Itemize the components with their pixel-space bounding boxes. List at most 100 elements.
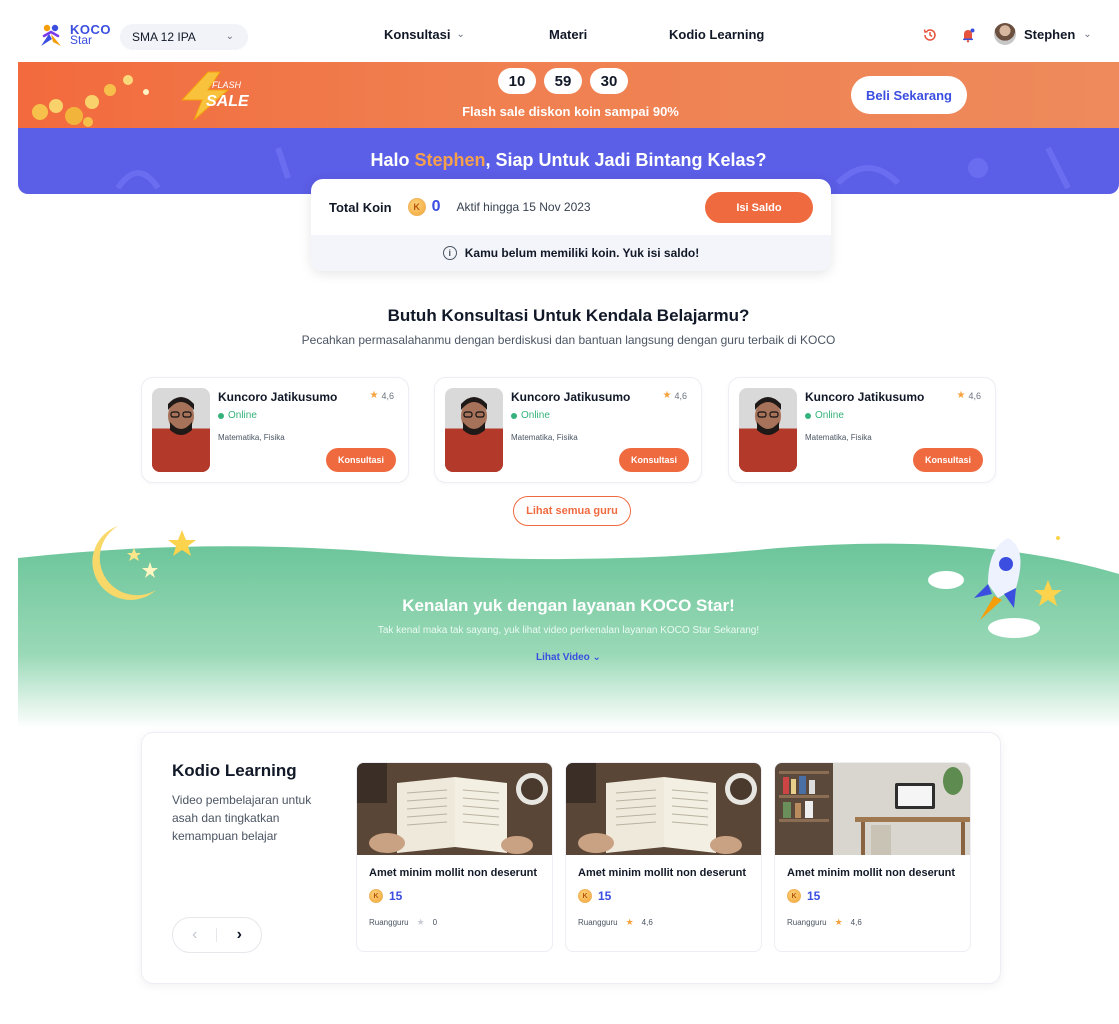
coin-icon: K bbox=[407, 198, 426, 216]
coin-icon: K bbox=[369, 889, 383, 903]
watch-video-label: Lihat Video bbox=[536, 652, 590, 663]
chevron-down-icon: ⌄ bbox=[1083, 28, 1092, 40]
video-thumbnail bbox=[566, 763, 761, 855]
koco-logo-icon bbox=[41, 24, 61, 46]
chevron-down-icon: ⌄ bbox=[456, 29, 465, 40]
video-rating: 4,6 bbox=[850, 918, 862, 927]
star-icon: ★ bbox=[834, 917, 843, 927]
coin-balance-card: Total Koin K 0 Aktif hingga 15 Nov 2023 … bbox=[311, 179, 831, 271]
online-dot-icon bbox=[218, 412, 224, 419]
video-card[interactable]: Amet minim mollit non deserunt K 15 Ruang… bbox=[356, 762, 553, 952]
teacher-rating: ★ 4,6 bbox=[957, 390, 981, 401]
top-up-button[interactable]: Isi Saldo bbox=[705, 192, 813, 223]
teacher-rating-value: 4,6 bbox=[674, 390, 687, 401]
chevron-down-icon: ⌄ bbox=[592, 652, 601, 663]
user-name: Stephen bbox=[1024, 26, 1076, 42]
video-provider: Ruangguru bbox=[578, 918, 618, 927]
teacher-name: Kuncoro Jatikusumo bbox=[218, 390, 338, 404]
teacher-rating: ★ 4,6 bbox=[370, 390, 394, 401]
greeting-prefix: Halo bbox=[370, 150, 415, 170]
kodio-description: Video pembelajaran untuk asah dan tingka… bbox=[172, 793, 312, 843]
koco-star-logo[interactable]: KOCO Star bbox=[38, 22, 111, 48]
teacher-rating-value: 4,6 bbox=[968, 390, 981, 401]
video-rating: 0 bbox=[432, 918, 438, 927]
online-dot-icon bbox=[805, 412, 811, 419]
consult-section-subtitle: Pecahkan permasalahanmu dengan berdiskus… bbox=[301, 333, 836, 347]
nav-menu-konsultasi-label: Konsultasi bbox=[384, 27, 451, 42]
star-icon: ★ bbox=[625, 917, 634, 927]
coin-notice: i Kamu belum memiliki koin. Yuk isi sald… bbox=[311, 235, 831, 271]
consult-button[interactable]: Konsultasi bbox=[326, 448, 396, 472]
consult-section-title: Butuh Konsultasi Untuk Kendala Belajarmu… bbox=[387, 306, 750, 325]
consult-button[interactable]: Konsultasi bbox=[619, 448, 689, 472]
teacher-name: Kuncoro Jatikusumo bbox=[511, 390, 631, 404]
history-icon[interactable] bbox=[921, 26, 939, 44]
intro-title: Kenalan yuk dengan layanan KOCO Star! bbox=[402, 596, 735, 615]
teacher-card[interactable]: Kuncoro Jatikusumo ★ 4,6 Online Matematik… bbox=[434, 377, 702, 483]
watch-video-link[interactable]: Lihat Video ⌄ bbox=[18, 652, 1119, 663]
page: KOCO Star SMA 12 IPA ⌄ Konsultasi ⌄ Mate… bbox=[18, 8, 1119, 1024]
logo-line-2: Star bbox=[70, 33, 93, 47]
video-meta: Ruangguru ★ 0 bbox=[369, 917, 437, 928]
nav-menu-kodio-learning[interactable]: Kodio Learning bbox=[669, 27, 764, 42]
moon-stars-icon bbox=[92, 526, 196, 600]
star-icon: ★ bbox=[369, 390, 379, 401]
video-card[interactable]: Amet minim mollit non deserunt K 15 Ruang… bbox=[565, 762, 762, 952]
grade-selected-value: SMA 12 IPA bbox=[132, 30, 196, 44]
video-meta: Ruangguru ★ 4,6 bbox=[787, 917, 862, 928]
star-icon: ★ bbox=[416, 917, 425, 927]
buy-now-button[interactable]: Beli Sekarang bbox=[851, 76, 967, 114]
teacher-subjects: Matematika, Fisika bbox=[218, 433, 285, 442]
kodio-title: Kodio Learning bbox=[172, 761, 297, 780]
video-price-value: 15 bbox=[598, 889, 612, 903]
teacher-status: Online bbox=[805, 410, 844, 421]
grade-selector[interactable]: SMA 12 IPA ⌄ bbox=[120, 24, 248, 50]
coin-icon: K bbox=[578, 889, 592, 903]
video-rating: 4,6 bbox=[641, 918, 653, 927]
greeting-user-name: Stephen bbox=[414, 150, 486, 170]
nav-menu-materi-label: Materi bbox=[549, 27, 588, 42]
top-navbar: KOCO Star SMA 12 IPA ⌄ Konsultasi ⌄ Mate… bbox=[18, 8, 1119, 62]
kodio-learning-section: Kodio Learning Video pembelajaran untuk … bbox=[141, 732, 1001, 984]
video-provider: Ruangguru bbox=[787, 918, 827, 927]
online-dot-icon bbox=[511, 412, 517, 419]
star-icon: ★ bbox=[662, 390, 672, 401]
nav-menu-materi[interactable]: Materi bbox=[549, 27, 587, 42]
teacher-status: Online bbox=[218, 410, 257, 421]
see-all-teachers-button[interactable]: Lihat semua guru bbox=[513, 496, 631, 526]
video-provider: Ruangguru bbox=[369, 918, 409, 927]
teacher-name: Kuncoro Jatikusumo bbox=[805, 390, 925, 404]
teacher-rating: ★ 4,6 bbox=[663, 390, 687, 401]
user-menu[interactable]: Stephen ⌄ bbox=[994, 23, 1092, 45]
video-title: Amet minim mollit non deserunt bbox=[369, 867, 538, 879]
video-price: K 15 bbox=[787, 889, 820, 903]
coin-icon: K bbox=[787, 889, 801, 903]
chevron-down-icon: ⌄ bbox=[225, 31, 234, 42]
coin-balance-value: 0 bbox=[431, 198, 441, 215]
video-card[interactable]: Amet minim mollit non deserunt K 15 Ruang… bbox=[774, 762, 971, 952]
chevron-right-icon[interactable]: › bbox=[237, 926, 242, 944]
chevron-left-icon[interactable]: ‹ bbox=[192, 926, 197, 944]
timer-seconds: 30 bbox=[590, 68, 628, 94]
teacher-card[interactable]: Kuncoro Jatikusumo ★ 4,6 Online Matematik… bbox=[728, 377, 996, 483]
teacher-photo bbox=[739, 388, 797, 472]
consult-button[interactable]: Konsultasi bbox=[913, 448, 983, 472]
teacher-status-label: Online bbox=[521, 410, 550, 421]
greeting-suffix: , Siap Untuk Jadi Bintang Kelas? bbox=[485, 150, 767, 170]
avatar bbox=[994, 23, 1016, 45]
flash-badge-top: FLASH bbox=[212, 80, 242, 90]
coin-active-until: Aktif hingga 15 Nov 2023 bbox=[456, 200, 591, 214]
nav-menu-konsultasi[interactable]: Konsultasi ⌄ bbox=[384, 27, 465, 42]
teacher-status-label: Online bbox=[228, 410, 257, 421]
teacher-card[interactable]: Kuncoro Jatikusumo ★ 4,6 Online Matematik… bbox=[141, 377, 409, 483]
carousel-nav: ‹ › bbox=[172, 917, 262, 953]
carousel-divider bbox=[216, 928, 218, 942]
video-price: K 15 bbox=[369, 889, 402, 903]
video-price-value: 15 bbox=[389, 889, 403, 903]
flash-sale-banner: FLASH SALE 10 59 30 Flash sale diskon ko… bbox=[18, 62, 1119, 128]
info-icon: i bbox=[442, 246, 457, 260]
teacher-status: Online bbox=[511, 410, 550, 421]
teacher-rating-value: 4,6 bbox=[381, 390, 394, 401]
notification-bell-icon[interactable] bbox=[959, 26, 977, 44]
video-price-value: 15 bbox=[807, 889, 821, 903]
